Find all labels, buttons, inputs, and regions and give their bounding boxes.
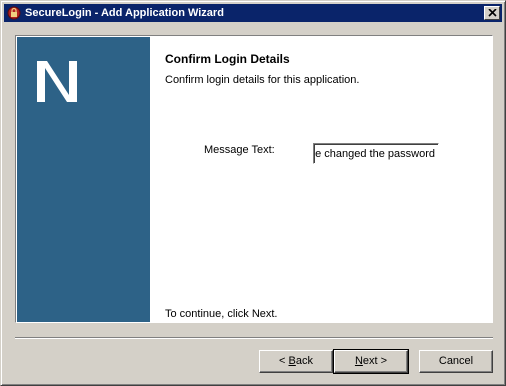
close-icon [488, 9, 497, 17]
back-button-mnemonic: B [288, 355, 296, 367]
next-button-mnemonic: N [354, 355, 363, 367]
back-button-prefix: < [279, 355, 289, 367]
novell-n-logo-icon [37, 61, 77, 102]
message-text-field[interactable]: e changed the password [313, 143, 439, 164]
wizard-content-panel: Confirm Login Details Confirm login deta… [15, 35, 493, 323]
back-button-rest: ack [295, 355, 313, 367]
button-separator [15, 337, 493, 339]
cancel-button[interactable]: Cancel [419, 350, 493, 373]
wizard-window: SecureLogin - Add Application Wizard Con… [0, 0, 506, 386]
page-description: Confirm login details for this applicati… [165, 74, 360, 86]
securelogin-app-icon [7, 6, 21, 20]
page-heading: Confirm Login Details [165, 52, 290, 66]
message-text-value: e changed the password [315, 148, 435, 160]
close-button[interactable] [484, 6, 500, 20]
back-button[interactable]: < Back [259, 350, 333, 373]
title-bar[interactable]: SecureLogin - Add Application Wizard [4, 4, 502, 22]
next-button[interactable]: Next > [333, 349, 409, 374]
wizard-sidebar-banner [17, 37, 150, 322]
continue-instruction: To continue, click Next. [165, 308, 278, 320]
message-text-label: Message Text: [204, 144, 275, 156]
window-title: SecureLogin - Add Application Wizard [25, 7, 224, 19]
next-button-rest: ext > [362, 355, 388, 367]
